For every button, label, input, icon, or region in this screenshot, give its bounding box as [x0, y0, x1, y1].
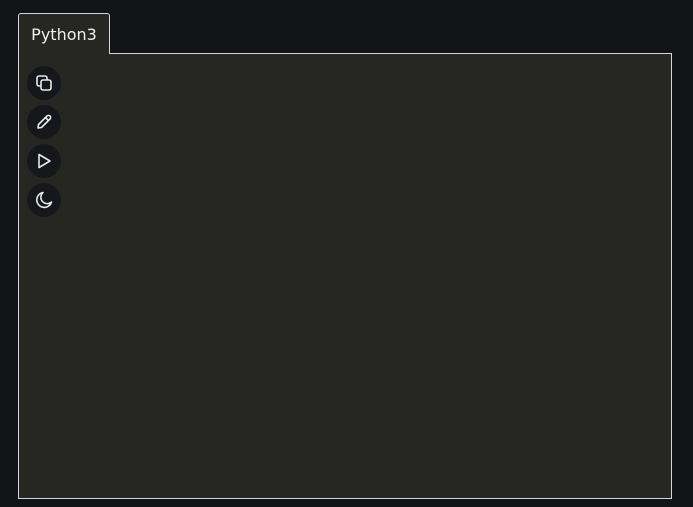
edit-button[interactable] — [27, 105, 61, 139]
run-button[interactable] — [27, 144, 61, 178]
play-icon — [38, 153, 51, 169]
theme-toggle-button[interactable] — [27, 183, 61, 217]
tab-label: Python3 — [31, 24, 97, 44]
copy-icon — [36, 75, 52, 91]
moon-icon — [36, 191, 53, 209]
tab-python3[interactable]: Python3 — [18, 13, 110, 54]
copy-button[interactable] — [27, 66, 61, 100]
pencil-icon — [37, 114, 52, 129]
code-panel — [18, 53, 672, 499]
